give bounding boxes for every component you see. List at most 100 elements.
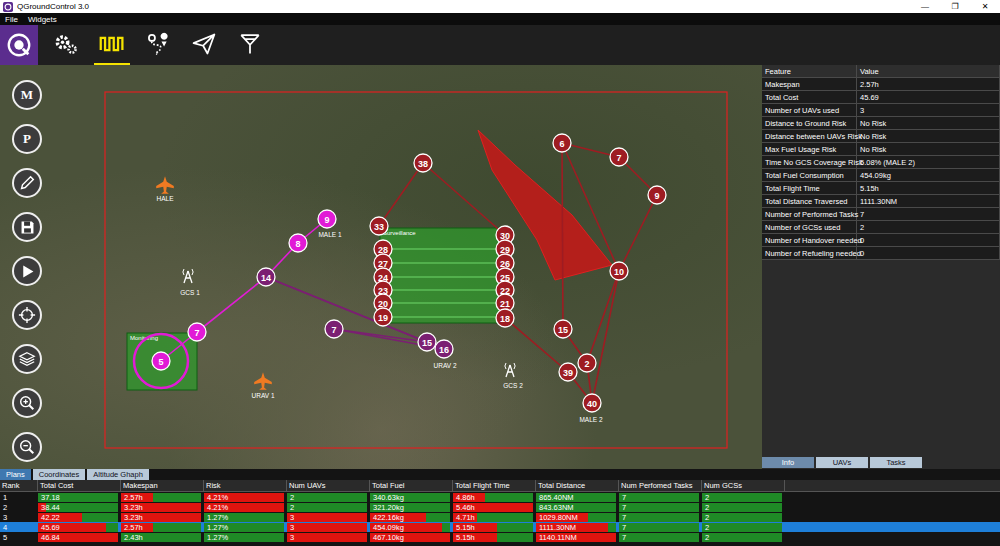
info-value: 5.15h [857,182,1000,194]
metric-value: 3 [287,513,297,522]
map-tool-button[interactable] [12,256,42,286]
map-marker[interactable]: HALE [156,176,174,202]
route-segment [592,271,619,403]
title-bar: QGroundControl 3.0—❐✕ [0,0,1000,13]
plans-column-header[interactable]: Num GCSs [702,480,785,491]
waypoint[interactable]: 38 [414,154,432,172]
waypoint-label: 14 [261,273,271,283]
map-tool-button[interactable] [12,388,42,418]
toolbar-tool-button[interactable] [232,25,268,65]
info-row: Number of UAVs used3 [762,104,1000,117]
waypoint[interactable]: 14 [257,268,275,286]
map-marker[interactable]: GCS 1 [180,269,200,296]
toolbar-tool-button[interactable] [48,25,84,65]
ground-station-icon [505,363,515,377]
map-marker[interactable]: MALE 1 [318,231,342,238]
window-control-button[interactable]: ✕ [970,0,1000,13]
plans-column-header[interactable]: Makespan [121,480,204,491]
menu-item[interactable]: File [5,15,18,24]
waypoint[interactable]: 8 [289,234,307,252]
waypoint-label: 2 [584,359,589,369]
map-tool-button[interactable] [12,432,42,462]
waypoint[interactable]: 19 [374,308,392,326]
map-tool-button[interactable] [12,168,42,198]
route-segment [379,163,423,226]
task-area-label: Surveillance [383,230,416,236]
map-tool-button[interactable]: M [12,80,42,110]
waypoint[interactable]: 39 [559,363,577,381]
task-area[interactable]: Monitoring [127,333,197,390]
info-tab[interactable]: Tasks [870,457,922,468]
plans-table-row[interactable]: 137.182.57h4.21%2340.63kg4.86h865.40NM72 [0,492,1000,502]
map-marker-label: GCS 2 [503,382,523,389]
plans-column-header[interactable]: Rank [0,480,38,491]
waypoint-circle [374,308,392,326]
plans-metric-cell: 865.40NM [536,493,616,502]
plans-tab[interactable]: Coordinates [33,469,85,480]
info-row: Distance between UAVs RiskNo Risk [762,130,1000,143]
toolbar-tool-button[interactable] [94,25,130,65]
waypoint[interactable]: 9 [318,210,336,228]
menu-item[interactable]: Widgets [28,15,57,24]
plans-metric-cell: 38.44 [38,503,118,512]
waypoint[interactable]: 40 [583,394,601,412]
waypoint[interactable]: 10 [610,262,628,280]
waypoint[interactable]: 5 [152,352,170,370]
waypoint[interactable]: 33 [370,217,388,235]
sweep-line [383,303,505,304]
task-area[interactable]: Surveillance [380,228,506,323]
gear-icon [53,31,79,57]
waypoint[interactable]: 7 [325,320,343,338]
info-row: Makespan2.57h [762,78,1000,91]
waypoint[interactable]: 18 [496,309,514,327]
menu-bar: File Widgets [0,13,1000,25]
info-tab[interactable]: Info [762,457,814,468]
plans-table-row[interactable]: 238.443.23h4.21%2321.20kg5.46h843.63NM72 [0,502,1000,512]
metric-value: 7 [619,523,629,532]
plans-column-header[interactable]: Num Perfomed Tasks [619,480,702,491]
plans-column-header[interactable]: Total Fuel [370,480,453,491]
waypoint[interactable]: 7 [610,148,628,166]
map-marker[interactable]: URAV 2 [434,362,457,369]
waypoint[interactable]: 16 [435,340,453,358]
qgc-logo-button[interactable] [0,25,38,65]
window-control-button[interactable]: — [910,0,940,13]
plans-column-header[interactable]: Risk [204,480,287,491]
waypoint[interactable]: 15 [418,333,436,351]
map-marker[interactable]: URAV 1 [252,372,275,399]
plans-column-header[interactable]: Total Flight Time [453,480,536,491]
plans-column-header[interactable]: Total Cost [38,480,121,491]
play-icon [19,263,36,280]
plans-tab[interactable]: Altitude Ghaph [87,469,149,480]
plans-tab[interactable]: Plans [0,469,31,480]
window-control-button[interactable]: ❐ [940,0,970,13]
waypoint[interactable]: 6 [553,134,571,152]
plans-column-header[interactable]: Total Distance [536,480,619,491]
plans-metric-cell: 7 [619,513,699,522]
plans-column-header[interactable]: Num UAVs [287,480,370,491]
waypoint-label: 7 [331,325,336,335]
info-value: 454.09kg [857,169,1000,181]
map-tool-button[interactable] [12,212,42,242]
waypoint[interactable]: 9 [648,186,666,204]
plans-table-row[interactable]: 342.223.23h1.27%3422.16kg4.71h1029.80NM7… [0,512,1000,522]
plans-table-row[interactable]: 546.842.43h1.27%3467.10kg5.15h1140.11NM7… [0,532,1000,542]
map-tool-button[interactable] [12,344,42,374]
waypoint[interactable]: 7 [188,323,206,341]
loiter-circle [134,334,188,388]
map-marker[interactable]: MALE 2 [579,416,603,423]
map-view[interactable]: Surveillance Monitoring HALE GCS 1 URAV 1 GCS… [0,65,762,469]
toolbar-tool-button[interactable] [186,25,222,65]
mission-map[interactable]: Surveillance Monitoring HALE GCS 1 URAV 1 GCS… [0,65,762,469]
plans-table-row[interactable]: 445.692.57h1.27%3454.09kg5.15h1111.30NM7… [0,522,1000,532]
map-marker-label: GCS 1 [180,289,200,296]
map-marker[interactable]: GCS 2 [503,363,523,389]
waypoint-label: 18 [500,314,510,324]
info-value: 5.08% (MALE 2) [857,156,1000,168]
map-tool-button[interactable] [12,300,42,330]
waypoint[interactable]: 15 [554,320,572,338]
map-tool-button[interactable]: P [12,124,42,154]
waypoint[interactable]: 2 [578,354,596,372]
info-tab[interactable]: UAVs [816,457,868,468]
toolbar-tool-button[interactable] [140,25,176,65]
